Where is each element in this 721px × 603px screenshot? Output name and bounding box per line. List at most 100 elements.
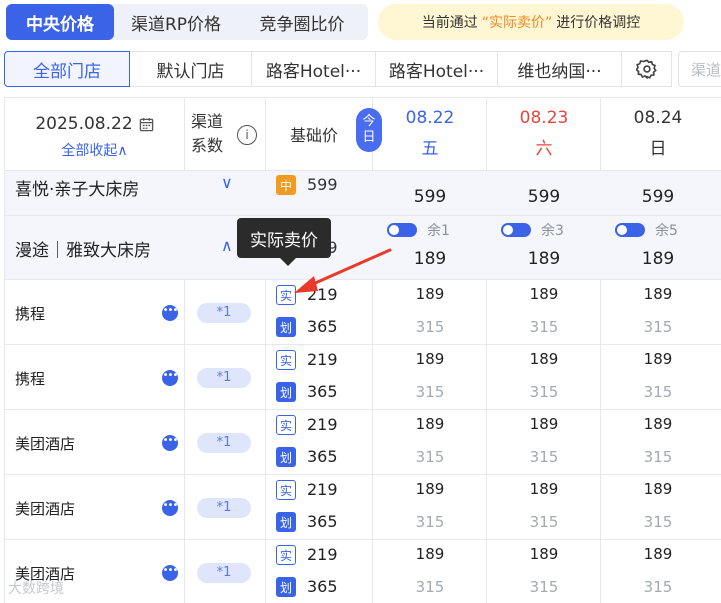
collapse-all-link[interactable]: 全部收起∧ xyxy=(5,140,184,160)
channel-day-strike[interactable]: 315 xyxy=(373,448,487,466)
channel-day-actual[interactable]: 189 xyxy=(487,285,601,303)
store-settings-button[interactable] xyxy=(622,51,672,87)
day-price[interactable]: 599 xyxy=(601,187,715,207)
more-icon[interactable]: ••• xyxy=(162,565,178,581)
room-row: 喜悦·亲子大床房 ∨ 中 599 599 599 599 xyxy=(5,171,721,215)
store-tab-luke-1[interactable]: 路客Hotel··· xyxy=(252,51,376,87)
channel-day-strike[interactable]: 315 xyxy=(601,383,715,401)
day-price[interactable]: 189 xyxy=(601,249,715,269)
channel-day-actual[interactable]: 189 xyxy=(601,285,715,303)
info-icon[interactable]: i xyxy=(237,125,257,145)
more-icon[interactable]: ••• xyxy=(162,305,178,321)
channel-filter[interactable]: 渠道 xyxy=(678,51,721,87)
tab-channel-rp-price[interactable]: 渠道RP价格 xyxy=(114,4,238,40)
coef-label-1: 渠道 xyxy=(191,112,224,131)
price-control-notice: 当前通过 “实际卖价” 进行价格调控 xyxy=(378,4,684,40)
more-icon[interactable]: ••• xyxy=(162,370,178,386)
notice-prefix: 当前通过 xyxy=(421,15,478,31)
channel-day-strike[interactable]: 315 xyxy=(373,578,487,596)
chevron-up-icon[interactable]: ∧ xyxy=(221,236,233,255)
strike-price-badge: 划 xyxy=(276,382,296,402)
annotation-arrow-icon xyxy=(294,248,392,293)
remaining-rooms: 余1 xyxy=(427,223,450,239)
chevron-down-icon[interactable]: ∨ xyxy=(221,173,233,192)
base-price: 599 xyxy=(307,175,338,194)
channel-day-strike[interactable]: 315 xyxy=(601,578,715,596)
store-tab-all[interactable]: 全部门店 xyxy=(4,51,130,87)
room-name: 漫途｜雅致大床房 xyxy=(15,241,151,261)
channel-name: 美团酒店 xyxy=(15,500,76,518)
channel-day-strike[interactable]: 315 xyxy=(487,513,601,531)
channel-name: 携程 xyxy=(15,305,46,323)
channel-day-actual[interactable]: 189 xyxy=(487,545,601,563)
price-mode-tabs: 中央价格 渠道RP价格 竞争圈比价 xyxy=(6,4,368,40)
channel-day-strike[interactable]: 315 xyxy=(487,578,601,596)
room-status-toggle[interactable] xyxy=(615,223,645,237)
day-date: 08.23 xyxy=(519,108,569,128)
channel-day-strike[interactable]: 315 xyxy=(601,513,715,531)
more-icon[interactable]: ••• xyxy=(162,500,178,516)
channel-day-strike[interactable]: 315 xyxy=(373,383,487,401)
more-icon[interactable]: ••• xyxy=(162,435,178,451)
tab-competitor-compare[interactable]: 竞争圈比价 xyxy=(238,4,366,40)
room-status-toggle[interactable] xyxy=(387,223,417,237)
actual-price: 219 xyxy=(307,480,338,499)
channel-day-actual[interactable]: 189 xyxy=(487,480,601,498)
strike-price: 365 xyxy=(307,317,338,336)
channel-coef[interactable]: *1 xyxy=(197,498,251,518)
channel-day-actual[interactable]: 189 xyxy=(601,545,715,563)
day-price[interactable]: 599 xyxy=(487,187,601,207)
channel-day-actual[interactable]: 189 xyxy=(601,480,715,498)
remaining-rooms: 余3 xyxy=(541,223,564,239)
room-status-toggle[interactable] xyxy=(501,223,531,237)
channel-day-strike[interactable]: 315 xyxy=(487,318,601,336)
strike-price: 365 xyxy=(307,512,338,531)
store-tab-luke-2[interactable]: 路客Hotel··· xyxy=(376,51,498,87)
strike-price: 365 xyxy=(307,447,338,466)
channel-day-actual[interactable]: 189 xyxy=(373,350,487,368)
gear-icon xyxy=(635,59,657,80)
strike-price-badge: 划 xyxy=(276,317,296,337)
actual-price-badge: 实 xyxy=(276,350,296,370)
store-tab-vienna[interactable]: 维也纳国··· xyxy=(498,51,622,87)
channel-day-actual[interactable]: 189 xyxy=(373,415,487,433)
day-price[interactable]: 189 xyxy=(487,249,601,269)
day-header: 08.24 日 xyxy=(601,98,715,170)
store-tab-default[interactable]: 默认门店 xyxy=(130,51,252,87)
price-grid: 2025.08.22 全部收起∧ 渠道 系数 i 基础价 今 日 08.22 五 … xyxy=(4,97,721,603)
tab-central-price[interactable]: 中央价格 xyxy=(6,4,114,40)
watermark: 大数跨境 xyxy=(8,581,64,597)
channel-day-actual[interactable]: 189 xyxy=(487,350,601,368)
day-weekday: 日 xyxy=(649,139,667,159)
channel-name: 美团酒店 xyxy=(15,435,76,453)
coef-label-2: 系数 xyxy=(191,136,224,155)
strike-price-badge: 划 xyxy=(276,512,296,532)
remaining-rooms: 余5 xyxy=(655,223,678,239)
channel-coef[interactable]: *1 xyxy=(197,563,251,583)
day-date: 08.24 xyxy=(633,108,683,128)
base-price-label: 基础价 xyxy=(290,126,339,145)
channel-day-strike[interactable]: 315 xyxy=(373,318,487,336)
current-date: 2025.08.22 xyxy=(35,114,133,134)
channel-coef[interactable]: *1 xyxy=(197,303,251,323)
actual-price: 219 xyxy=(307,545,338,564)
channel-day-strike[interactable]: 315 xyxy=(487,448,601,466)
room-name: 喜悦·亲子大床房 xyxy=(15,180,140,200)
strike-price: 365 xyxy=(307,382,338,401)
day-header: 08.23 六 xyxy=(487,98,601,170)
channel-day-actual[interactable]: 189 xyxy=(487,415,601,433)
actual-price-badge: 实 xyxy=(276,480,296,500)
channel-day-actual[interactable]: 189 xyxy=(601,415,715,433)
calendar-icon[interactable] xyxy=(139,117,154,132)
channel-day-actual[interactable]: 189 xyxy=(373,480,487,498)
day-price[interactable]: 599 xyxy=(373,187,487,207)
channel-coef[interactable]: *1 xyxy=(197,368,251,388)
channel-day-strike[interactable]: 315 xyxy=(601,448,715,466)
channel-day-actual[interactable]: 189 xyxy=(373,545,487,563)
day-date: 08.22 xyxy=(405,108,455,128)
channel-day-strike[interactable]: 315 xyxy=(487,383,601,401)
channel-day-actual[interactable]: 189 xyxy=(601,350,715,368)
channel-day-strike[interactable]: 315 xyxy=(373,513,487,531)
channel-coef[interactable]: *1 xyxy=(197,433,251,453)
channel-day-strike[interactable]: 315 xyxy=(601,318,715,336)
